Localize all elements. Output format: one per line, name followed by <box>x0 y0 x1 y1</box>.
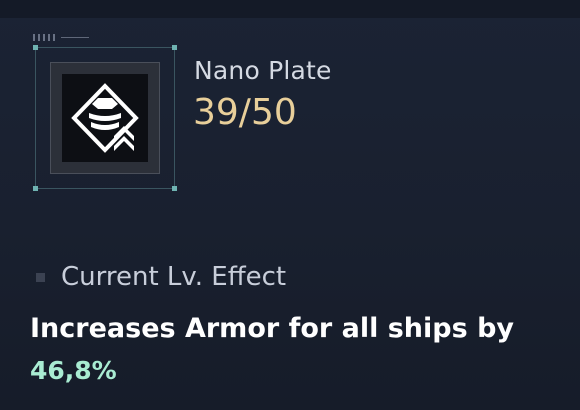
effect-description: Increases Armor for all ships by <box>30 313 514 344</box>
top-strip <box>0 0 580 18</box>
frame-corner <box>33 186 38 191</box>
effect-header: Current Lv. Effect <box>36 262 286 292</box>
nano-plate-armor-icon <box>71 83 139 153</box>
item-icon-slot[interactable] <box>50 62 160 174</box>
frame-corner <box>172 186 177 191</box>
item-icon-frame <box>33 45 177 191</box>
item-level: 39/50 <box>193 92 297 133</box>
effect-value: 46,8% <box>30 356 117 385</box>
effect-header-label: Current Lv. Effect <box>61 262 287 292</box>
item-name: Nano Plate <box>194 56 332 85</box>
frame-tick-marks <box>33 34 89 41</box>
frame-corner <box>33 45 38 50</box>
frame-corner <box>172 45 177 50</box>
bullet-icon <box>36 272 45 282</box>
item-detail-panel: Nano Plate 39/50 Current Lv. Effect Incr… <box>0 0 580 410</box>
item-icon-background <box>62 74 148 162</box>
